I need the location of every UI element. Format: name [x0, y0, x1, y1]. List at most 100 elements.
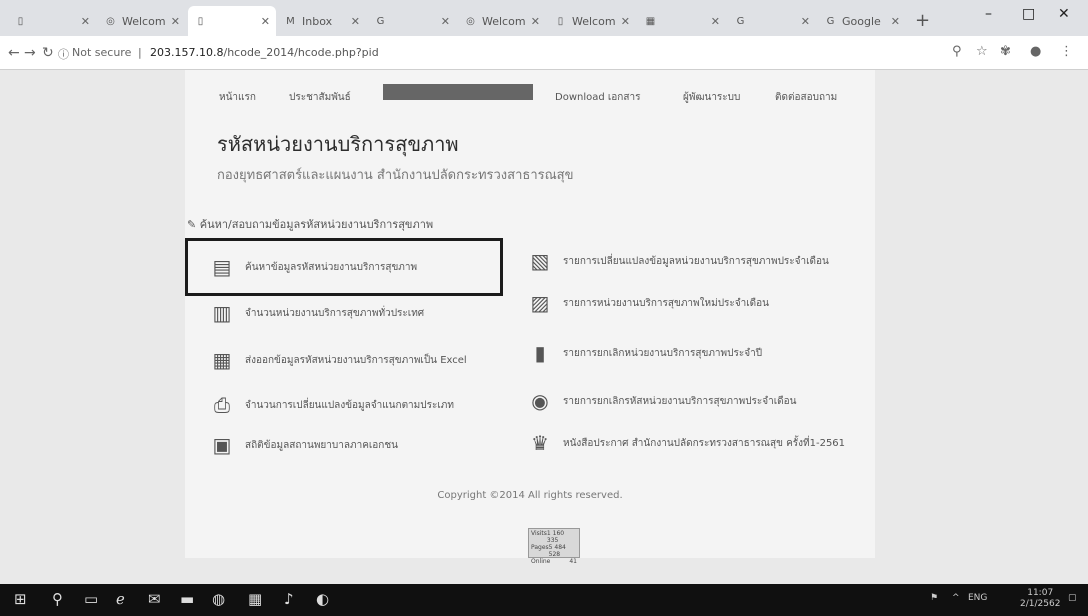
- google-icon: G: [736, 15, 745, 27]
- google-icon: G: [826, 15, 835, 27]
- nav-developers[interactable]: ผู้พัฒนาระบบ: [683, 90, 740, 105]
- extension-icon[interactable]: ✾: [1000, 44, 1011, 59]
- globe-icon: ◎: [466, 15, 475, 27]
- close-tab-icon[interactable]: ✕: [621, 15, 630, 28]
- tab-title: Inbox: [302, 14, 333, 28]
- app-icon[interactable]: ♪: [284, 590, 294, 608]
- menu-item-label: รายการยกเลิกหน่วยงานบริการสุขภาพประจำปี: [563, 347, 763, 359]
- close-tab-icon[interactable]: ✕: [891, 15, 900, 28]
- search-doc-icon: ▤: [212, 255, 232, 279]
- nav-contact[interactable]: ติดต่อสอบถาม: [775, 90, 837, 105]
- zoom-icon[interactable]: ⚲: [952, 44, 962, 59]
- calendar-icon: ▨: [530, 291, 550, 315]
- counter-row: Visits 1 160 335: [531, 530, 577, 544]
- section-heading-text: ค้นหา/สอบถามข้อมูลรหัสหน่วยงานบริการสุขภ…: [199, 218, 434, 231]
- not-secure-label[interactable]: Not secure: [72, 46, 131, 59]
- chart-icon: ▥: [212, 301, 232, 325]
- network-icon[interactable]: ⚑: [930, 593, 938, 603]
- maximize-button[interactable]: □: [1022, 6, 1035, 22]
- menu-item-private-stats[interactable]: ▣ สถิติข้อมูลสถานพยาบาลภาคเอกชน: [207, 430, 398, 460]
- taskbar: ⊞ ⚲ ▭ ℯ ✉ ▬ ◍ ▦ ♪ ◐ ⚑ ^ ENG 11:07 2/1/25…: [0, 584, 1088, 616]
- close-tab-icon[interactable]: ✕: [261, 15, 270, 28]
- search-icon[interactable]: ⚲: [52, 590, 63, 608]
- close-tab-icon[interactable]: ✕: [81, 15, 90, 28]
- close-tab-icon[interactable]: ✕: [531, 15, 540, 28]
- tab-title: Welcom: [122, 14, 166, 28]
- browser-tab[interactable]: ▯ ✕: [8, 6, 96, 36]
- browser-tab[interactable]: ◎ Welcom ✕: [458, 6, 546, 36]
- windows-start-icon[interactable]: ⊞: [14, 590, 27, 608]
- language-indicator[interactable]: ENG: [968, 593, 987, 603]
- sheet-icon: ▦: [645, 15, 656, 27]
- copyright: Copyright ©2014 All rights reserved.: [437, 490, 623, 501]
- new-tab-button[interactable]: +: [915, 10, 930, 31]
- minimize-button[interactable]: –: [985, 6, 992, 22]
- url-divider: |: [138, 46, 142, 59]
- url-field[interactable]: 203.157.10.8/hcode_2014/hcode.php?pid: [150, 46, 379, 59]
- menu-item-count[interactable]: ▥ จำนวนหน่วยงานบริการสุขภาพทั่วประเทศ: [207, 298, 425, 328]
- notifications-icon[interactable]: ▢: [1068, 593, 1077, 603]
- chat-icon[interactable]: ◐: [316, 590, 329, 608]
- menu-item-label: ค้นหาข้อมูลรหัสหน่วยงานบริการสุขภาพ: [245, 261, 418, 273]
- page-icon: ▯: [557, 15, 564, 27]
- browser-tab[interactable]: G ✕: [368, 6, 456, 36]
- menu-item-search[interactable]: ▤ ค้นหาข้อมูลรหัสหน่วยงานบริการสุขภาพ: [207, 252, 418, 282]
- close-tab-icon[interactable]: ✕: [171, 15, 180, 28]
- chrome-icon[interactable]: ◍: [212, 590, 225, 608]
- browser-tab[interactable]: ▯ Welcom ✕: [548, 6, 636, 36]
- menu-item-monthly-changes[interactable]: ▧ รายการเปลี่ยนแปลงข้อมูลหน่วยงานบริการส…: [525, 246, 829, 276]
- browser-tab[interactable]: ▦ ✕: [638, 6, 726, 36]
- profile-avatar[interactable]: ●: [1030, 44, 1041, 59]
- tab-title: Welcom: [482, 14, 526, 28]
- nav-download[interactable]: Download เอกสาร: [555, 90, 640, 105]
- menu-icon[interactable]: ⋮: [1060, 44, 1073, 59]
- task-view-icon[interactable]: ▭: [84, 590, 98, 608]
- presentation-icon: ▧: [530, 249, 550, 273]
- page-icon: ▯: [17, 15, 24, 27]
- close-tab-icon[interactable]: ✕: [441, 15, 450, 28]
- excel-export-icon: ▦: [212, 348, 232, 372]
- bar-chart-icon: ▮: [534, 341, 546, 365]
- menu-item-changes-by-type[interactable]: ⎙ จำนวนการเปลี่ยนแปลงข้อมูลจำแนกตามประเภ…: [207, 390, 454, 420]
- excel-icon[interactable]: ▦: [248, 590, 262, 608]
- page-icon: ▯: [197, 15, 204, 27]
- close-tab-icon[interactable]: ✕: [801, 15, 810, 28]
- menu-item-export-excel[interactable]: ▦ ส่งออกข้อมูลรหัสหน่วยงานบริการสุขภาพเป…: [207, 345, 467, 375]
- menu-item-yearly-cancel[interactable]: ▮ รายการยกเลิกหน่วยงานบริการสุขภาพประจำป…: [525, 338, 762, 368]
- visitor-counter: Visits 1 160 335 Pages 5 484 528 Online 41: [528, 528, 580, 565]
- menu-item-monthly-cancel[interactable]: ◉ รายการยกเลิกรหัสหน่วยงานบริการสุขภาพปร…: [525, 386, 796, 416]
- back-icon[interactable]: ←: [8, 45, 20, 61]
- explorer-icon[interactable]: ▬: [180, 590, 194, 608]
- google-icon: G: [376, 15, 385, 27]
- menu-item-new-units[interactable]: ▨ รายการหน่วยงานบริการสุขภาพใหม่ประจำเดื…: [525, 288, 769, 318]
- close-tab-icon[interactable]: ✕: [351, 15, 360, 28]
- close-window-button[interactable]: ✕: [1058, 6, 1070, 22]
- edge-icon[interactable]: ℯ: [116, 590, 125, 608]
- reload-icon[interactable]: ↻: [42, 45, 54, 61]
- browser-tab[interactable]: ◎ Welcom ✕: [98, 6, 186, 36]
- url-path: /hcode_2014/hcode.php?pid: [223, 46, 379, 59]
- menu-item-label: รายการเปลี่ยนแปลงข้อมูลหน่วยงานบริการสุข…: [563, 255, 829, 267]
- tray-chevron-icon[interactable]: ^: [952, 593, 960, 603]
- browser-tab[interactable]: G ✕: [728, 6, 816, 36]
- browser-tab[interactable]: ▯ ✕: [188, 6, 276, 36]
- counter-value: 41: [569, 558, 577, 565]
- menu-item-label: หนังสือประกาศ สำนักงานปลัดกระทรวงสาธารณส…: [563, 437, 846, 449]
- mail-icon[interactable]: ✉: [148, 590, 161, 608]
- forward-icon[interactable]: →: [24, 45, 36, 61]
- menu-item-announcement[interactable]: ♛ หนังสือประกาศ สำนักงานปลัดกระทรวงสาธาร…: [525, 428, 845, 458]
- browser-tab[interactable]: G Google ✕: [818, 6, 906, 36]
- edit-icon: ✎: [187, 218, 197, 231]
- nav-home[interactable]: หน้าแรก: [219, 90, 256, 105]
- address-bar: ← → ↻ ⓘ Not secure | 203.157.10.8/hcode_…: [0, 36, 1088, 70]
- menu-item-label: ส่งออกข้อมูลรหัสหน่วยงานบริการสุขภาพเป็น…: [245, 354, 467, 366]
- close-tab-icon[interactable]: ✕: [711, 15, 720, 28]
- bookmark-star-icon[interactable]: ☆: [976, 44, 988, 59]
- globe-icon: ◎: [106, 15, 115, 27]
- nav-news[interactable]: ประชาสัมพันธ์: [289, 90, 351, 105]
- browser-tab[interactable]: M Inbox ✕: [278, 6, 366, 36]
- site-info-icon[interactable]: ⓘ: [58, 46, 69, 62]
- garuda-emblem-icon: ♛: [531, 431, 549, 455]
- clock[interactable]: 11:07 2/1/2562: [1020, 588, 1060, 610]
- tab-title: Google: [842, 14, 881, 28]
